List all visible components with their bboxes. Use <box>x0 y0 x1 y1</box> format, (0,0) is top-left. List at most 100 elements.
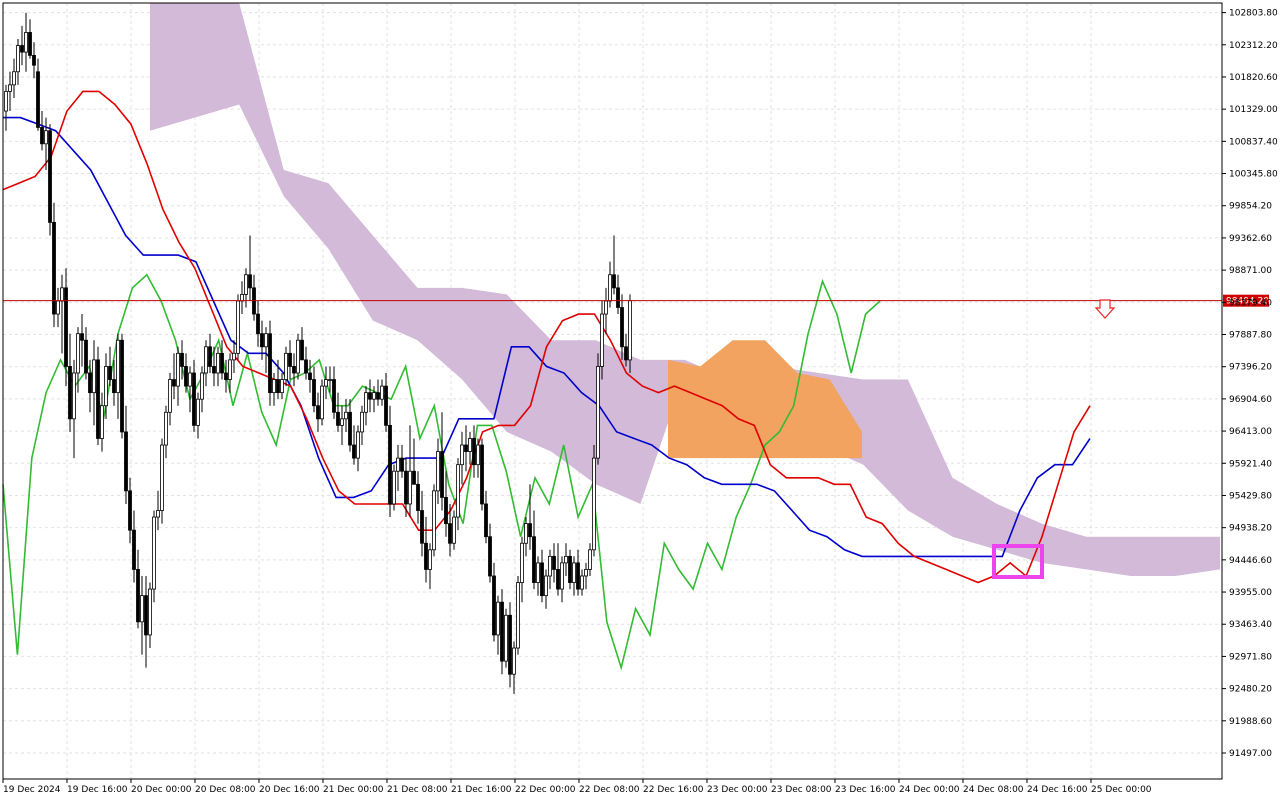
bearish-candle-body <box>400 457 404 472</box>
x-tick-label: 21 Dec 16:00 <box>451 785 512 795</box>
x-tick-label: 20 Dec 08:00 <box>195 785 256 795</box>
bullish-candle-body <box>232 352 236 361</box>
bullish-candle-body <box>228 359 232 380</box>
x-tick-label: 21 Dec 00:00 <box>323 785 384 795</box>
bullish-candle-body <box>72 372 76 420</box>
bearish-candle-body <box>48 130 52 223</box>
candle <box>296 333 300 380</box>
bullish-candle-body <box>56 300 60 315</box>
y-tick-label: 91497.00 <box>1229 749 1272 759</box>
bullish-candle-body <box>176 352 180 387</box>
bearish-candle-body <box>552 555 556 570</box>
bearish-candle-body <box>268 333 272 394</box>
bearish-candle-body <box>220 352 224 374</box>
bullish-candle-body <box>596 366 600 459</box>
bearish-candle-body <box>36 71 40 128</box>
bullish-candle-body <box>272 379 276 394</box>
bearish-candle-body <box>488 536 492 577</box>
bullish-candle-body <box>188 372 192 387</box>
x-tick-label: 24 Dec 08:00 <box>963 785 1024 795</box>
bullish-candle-body <box>408 470 412 505</box>
bullish-candle-body <box>512 647 516 675</box>
bullish-candle-body <box>520 542 524 583</box>
candle <box>508 602 512 688</box>
bullish-candle-body <box>160 444 164 511</box>
y-tick-label: 101329.00 <box>1229 105 1278 115</box>
bullish-candle-body <box>296 339 300 374</box>
x-tick-label: 23 Dec 16:00 <box>835 785 896 795</box>
bullish-candle-body <box>584 569 588 577</box>
bullish-candle-body <box>372 392 376 400</box>
bullish-candle-body <box>496 601 500 636</box>
ichimoku-chart[interactable]: 98404.20 102803.80 102312.20 101820.60 1013… <box>0 0 1280 800</box>
bullish-candle-body <box>364 392 368 413</box>
bearish-candle-body <box>28 32 32 56</box>
bearish-candle-body <box>500 601 504 662</box>
bearish-candle-body <box>308 372 312 380</box>
bullish-candle-body <box>564 555 568 564</box>
bullish-candle-body <box>580 575 584 590</box>
bullish-candle-body <box>608 274 612 302</box>
bearish-candle-body <box>376 392 380 400</box>
bullish-candle-body <box>236 300 240 354</box>
bullish-candle-body <box>116 339 120 394</box>
bullish-candle-body <box>456 464 460 518</box>
chart-canvas[interactable]: 98404.20 102803.80102312.20101820.601013… <box>0 0 1280 800</box>
candle <box>596 353 600 465</box>
bearish-candle-body <box>124 431 128 492</box>
x-tick-label: 22 Dec 08:00 <box>579 785 640 795</box>
x-tick-label: 23 Dec 00:00 <box>707 785 768 795</box>
bearish-candle-body <box>528 523 532 538</box>
bearish-candle-body <box>416 483 420 511</box>
bearish-candle-body <box>332 379 336 413</box>
bearish-candle-body <box>300 339 304 361</box>
y-tick-label: 96413.00 <box>1229 427 1272 437</box>
y-tick-label: 93955.00 <box>1229 588 1272 598</box>
bearish-candle-body <box>32 54 36 66</box>
bearish-candle-body <box>248 274 252 289</box>
bearish-candle-body <box>492 575 496 636</box>
bearish-candle-body <box>292 366 296 374</box>
y-tick-label: 93463.40 <box>1229 620 1272 630</box>
bullish-candle-body <box>60 287 64 302</box>
bearish-candle-body <box>448 523 452 544</box>
bullish-candle-body <box>4 91 8 112</box>
bearish-candle-body <box>556 569 560 590</box>
bearish-candle-body <box>412 470 416 485</box>
bullish-candle-body <box>468 438 472 452</box>
bullish-candle-body <box>560 562 564 590</box>
bullish-candle-body <box>76 333 80 374</box>
bearish-candle-body <box>20 45 24 53</box>
y-tick-label: 97887.80 <box>1229 330 1272 340</box>
bearish-candle-body <box>64 287 68 367</box>
bearish-candle-body <box>184 366 188 387</box>
bullish-candle-body <box>92 359 96 394</box>
bearish-candle-body <box>352 444 356 459</box>
bearish-candle-body <box>508 614 512 675</box>
bearish-candle-body <box>208 346 212 367</box>
bullish-candle-body <box>156 510 160 518</box>
bullish-candle-body <box>324 379 328 387</box>
bearish-candle-body <box>172 379 176 387</box>
bullish-candle-body <box>392 470 396 505</box>
bullish-candle-body <box>12 71 16 86</box>
candle <box>48 124 52 236</box>
bullish-candle-body <box>8 84 12 92</box>
bearish-candle-body <box>540 562 544 597</box>
y-tick-label: 94446.60 <box>1229 556 1272 566</box>
y-tick-label: 97396.20 <box>1229 363 1272 373</box>
bearish-candle-body <box>484 503 488 538</box>
bullish-candle-body <box>148 588 152 636</box>
bearish-candle-body <box>620 307 624 348</box>
candle <box>268 320 272 406</box>
bullish-candle-body <box>320 385 324 420</box>
bullish-candle-body <box>168 379 172 413</box>
bullish-candle-body <box>476 444 480 466</box>
bearish-candle-body <box>316 405 320 420</box>
bullish-candle-body <box>280 379 284 394</box>
candle <box>592 445 596 557</box>
candle <box>320 379 324 426</box>
bearish-candle-body <box>144 595 148 636</box>
bearish-candle-body <box>192 372 196 426</box>
candle <box>96 346 100 446</box>
